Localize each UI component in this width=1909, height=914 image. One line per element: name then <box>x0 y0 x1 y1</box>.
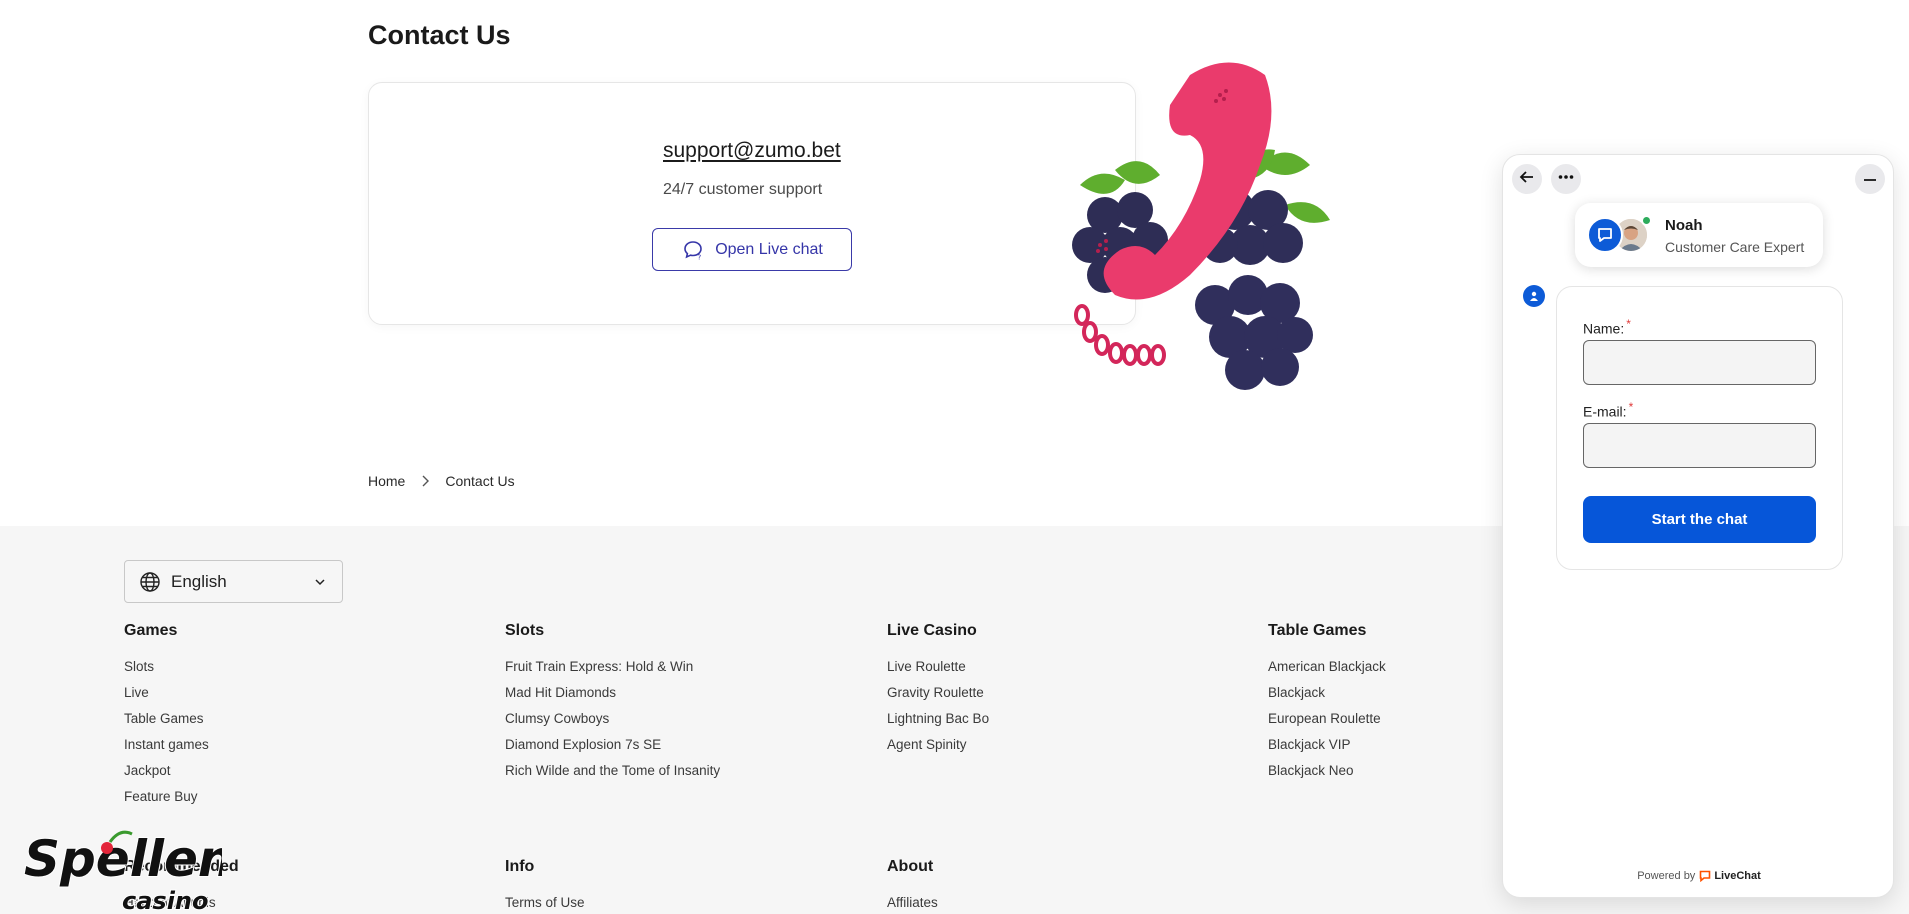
footer-column-live-casino: Live Casino Live Roulette Gravity Roulet… <box>887 622 989 758</box>
breadcrumb-current: Contact Us <box>445 473 515 489</box>
start-chat-button[interactable]: Start the chat <box>1583 496 1816 543</box>
footer-link[interactable]: American Blackjack <box>1268 654 1386 680</box>
footer-link[interactable]: Diamond Explosion 7s SE <box>505 732 720 758</box>
email-input[interactable] <box>1583 423 1816 468</box>
logo-wordmark: Spellen <box>24 830 222 888</box>
footer-heading: Live Casino <box>887 622 977 639</box>
language-select[interactable]: English <box>124 560 343 603</box>
footer-heading: Slots <box>505 622 545 639</box>
logo-subword: casino <box>122 887 209 914</box>
footer-heading: Games <box>124 622 178 639</box>
more-options-button[interactable] <box>1551 164 1581 194</box>
footer-link[interactable]: Table Games <box>124 706 209 732</box>
online-status-dot <box>1641 215 1652 226</box>
prechat-form: Name: * E-mail: * Start the chat <box>1556 286 1843 570</box>
open-live-chat-button[interactable]: ? Open Live chat <box>652 228 852 271</box>
livechat-brand-link[interactable]: LiveChat <box>1699 870 1761 882</box>
agent-card: Noah Customer Care Expert <box>1575 203 1823 267</box>
email-field-label: E-mail: * <box>1583 400 1634 420</box>
livechat-widget: Noah Customer Care Expert Name: * E-mail:… <box>1502 154 1894 898</box>
footer-column-table-games: Table Games American Blackjack Blackjack… <box>1268 622 1386 784</box>
footer-link[interactable]: Blackjack VIP <box>1268 732 1386 758</box>
svg-text:?: ? <box>698 253 702 261</box>
footer-link[interactable]: European Roulette <box>1268 706 1386 732</box>
footer-link[interactable]: Rich Wilde and the Tome of Insanity <box>505 758 720 784</box>
livechat-logo-icon <box>1700 870 1711 882</box>
phone-berries-illustration <box>1072 62 1330 390</box>
chevron-down-icon <box>312 574 328 590</box>
footer-heading: Info <box>505 858 535 875</box>
footer-link[interactable]: Slots <box>124 654 209 680</box>
minimize-icon <box>1861 168 1879 191</box>
support-email-link[interactable]: support@zumo.bet <box>663 139 841 163</box>
chat-bubble-icon: ? <box>681 238 705 262</box>
footer-column-slots: Slots Fruit Train Express: Hold & Win Ma… <box>505 622 720 784</box>
agent-role: Customer Care Expert <box>1665 239 1805 255</box>
footer-link[interactable]: Feature Buy <box>124 784 209 810</box>
footer-link[interactable]: Lightning Bac Bo <box>887 706 989 732</box>
footer-link[interactable]: Clumsy Cowboys <box>505 706 720 732</box>
footer-column-games: Games Slots Live Table Games Instant gam… <box>124 622 209 810</box>
footer-link[interactable]: Gravity Roulette <box>887 680 989 706</box>
powered-by-text: Powered by <box>1637 870 1696 882</box>
footer-link[interactable]: Live <box>124 680 209 706</box>
chevron-right-icon <box>417 473 433 489</box>
name-field-label: Name: * <box>1583 317 1631 337</box>
footer-heading: About <box>887 858 934 875</box>
support-subtitle: 24/7 customer support <box>663 181 823 198</box>
agent-small-avatar-icon <box>1523 285 1545 307</box>
footer-link[interactable]: Agent Spinity <box>887 732 989 758</box>
contact-card <box>368 82 1136 325</box>
footer-heading: Table Games <box>1268 622 1367 639</box>
minimize-button[interactable] <box>1855 164 1885 194</box>
agent-name: Noah <box>1665 217 1703 234</box>
globe-icon <box>139 571 161 593</box>
ellipsis-icon <box>1557 168 1575 191</box>
footer-link[interactable]: Jackpot <box>124 758 209 784</box>
footer-link[interactable]: Terms of Use <box>505 890 585 914</box>
back-button[interactable] <box>1512 164 1542 194</box>
footer-column-about: About Affiliates <box>887 858 938 914</box>
footer-link[interactable]: Fruit Train Express: Hold & Win <box>505 654 720 680</box>
footer-link[interactable]: Blackjack <box>1268 680 1386 706</box>
breadcrumb: Home Contact Us <box>368 473 515 489</box>
page-title: Contact Us <box>368 20 511 50</box>
breadcrumb-home-link[interactable]: Home <box>368 473 405 489</box>
footer-link[interactable]: Affiliates <box>887 890 938 914</box>
language-label: English <box>171 571 227 591</box>
arrow-left-icon <box>1518 168 1536 191</box>
livechat-bubble-icon <box>1587 217 1623 253</box>
footer-link[interactable]: Live Roulette <box>887 654 989 680</box>
footer-column-info: Info Terms of Use <box>505 858 585 914</box>
footer-link[interactable]: Blackjack Neo <box>1268 758 1386 784</box>
spellen-casino-logo: Spellen casino <box>23 829 222 914</box>
powered-by-footer: Powered by LiveChat <box>1503 870 1893 882</box>
name-input[interactable] <box>1583 340 1816 385</box>
open-live-chat-label: Open Live chat <box>715 240 823 258</box>
footer-link[interactable]: Instant games <box>124 732 209 758</box>
footer-link[interactable]: Mad Hit Diamonds <box>505 680 720 706</box>
